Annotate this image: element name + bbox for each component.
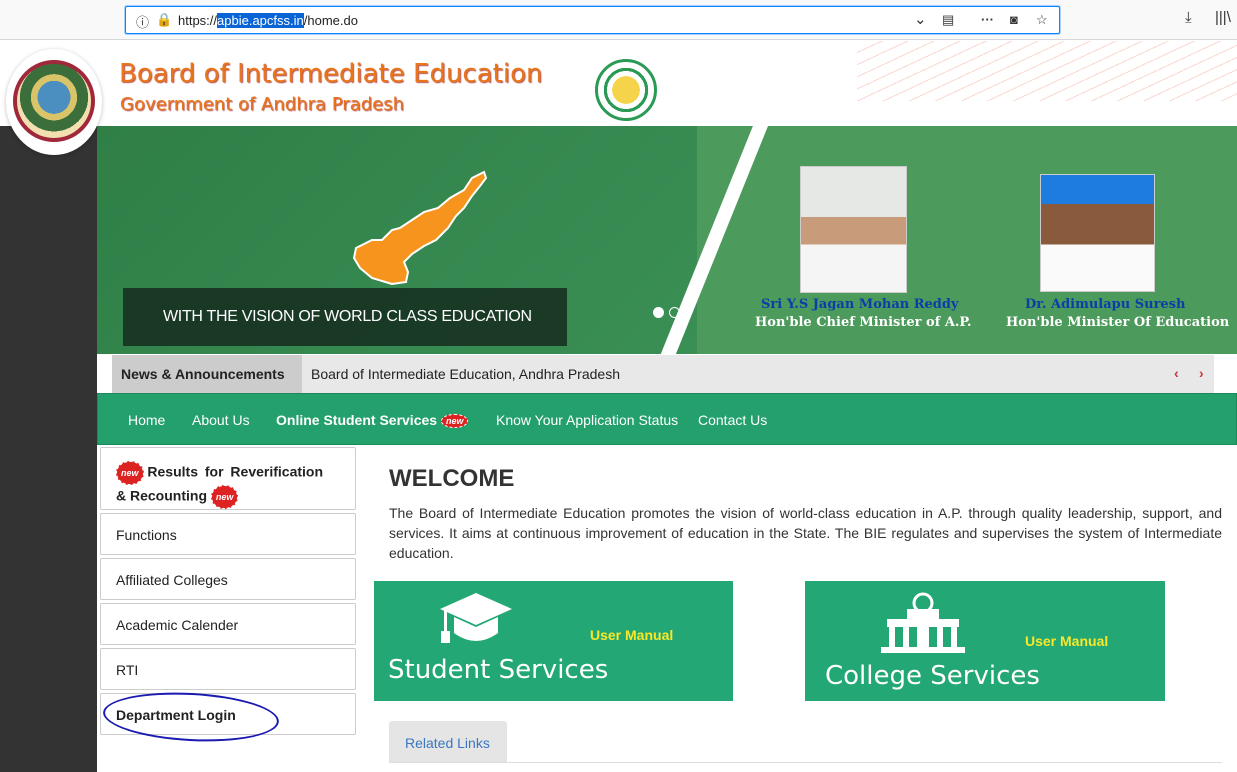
browser-toolbar: ⓘ 🔒 https://apbie.apcfss.in/home.do ⌄ ▤ … [0, 0, 1237, 40]
tab-divider [389, 762, 1222, 763]
site-header: Board of Intermediate Education Governme… [0, 41, 1237, 126]
welcome-text: The Board of Intermediate Education prom… [389, 505, 1222, 561]
person-1-name: Sri Y.S Jagan Mohan Reddy [761, 297, 959, 312]
nav-contact[interactable]: Contact Us [698, 412, 767, 428]
library-icon[interactable]: |||\ [1215, 9, 1231, 26]
ap-emblem-icon [595, 59, 657, 121]
news-label: News & Announcements [112, 355, 302, 393]
sidebar-item-academic-calender[interactable]: Academic Calender [100, 603, 356, 645]
college-services-title: College Services [825, 661, 1040, 691]
slide-dot-2[interactable] [669, 307, 680, 318]
nav-home[interactable]: Home [128, 412, 165, 428]
nav-application-status[interactable]: Know Your Application Status [496, 412, 678, 428]
header-decoration [857, 41, 1237, 101]
main-nav: Home About Us Online Student Services ne… [97, 393, 1237, 445]
person-2-role: Hon'ble Minister Of Education [1006, 315, 1230, 330]
student-user-manual-link[interactable]: User Manual [590, 627, 673, 643]
sidebar-results-label: Results for Reverification [147, 463, 324, 480]
news-next-icon[interactable]: › [1199, 365, 1204, 381]
sidebar-item-label: Functions [116, 527, 177, 543]
news-ticker: News & Announcements Board of Intermedia… [112, 355, 1214, 393]
graduation-cap-icon [440, 593, 512, 643]
nav-online-student-services[interactable]: Online Student Services new [276, 412, 469, 429]
news-text[interactable]: Board of Intermediate Education, Andhra … [311, 366, 620, 382]
pocket-icon[interactable]: ◙ [1010, 12, 1018, 27]
reader-view-icon[interactable]: ▤ [942, 12, 954, 28]
nav-about[interactable]: About Us [192, 412, 250, 428]
sidebar-recounting-label: & Recounting [116, 487, 207, 504]
page: Board of Intermediate Education Governme… [0, 41, 1237, 772]
lock-icon: 🔒 [156, 12, 173, 27]
hero-banner: WITH THE VISION OF WORLD CLASS EDUCATION… [97, 126, 1237, 354]
person-1-role: Hon'ble Chief Minister of A.P. [755, 315, 972, 330]
left-dark-panel [0, 125, 97, 772]
site-title: Board of Intermediate Education [119, 59, 543, 89]
info-icon[interactable]: ⓘ [136, 12, 149, 31]
sidebar-item-rti[interactable]: RTI [100, 648, 356, 690]
new-badge: new [116, 461, 144, 485]
college-user-manual-link[interactable]: User Manual [1025, 633, 1108, 649]
vision-box: WITH THE VISION OF WORLD CLASS EDUCATION [123, 288, 567, 346]
url-bar[interactable]: ⓘ 🔒 https://apbie.apcfss.in/home.do ⌄ ▤ … [125, 6, 1060, 34]
person-2-name: Dr. Adimulapu Suresh [1025, 297, 1186, 312]
star-icon[interactable]: ☆ [1036, 12, 1048, 28]
tab-label: Related Links [405, 735, 490, 751]
education-minister-photo [1040, 174, 1155, 292]
sidebar-item-affiliated-colleges[interactable]: Affiliated Colleges [100, 558, 356, 600]
download-icon[interactable]: ⤓ [1185, 9, 1192, 26]
andhra-map-icon [352, 170, 488, 286]
nav-online-label: Online Student Services [276, 412, 438, 428]
student-services-title: Student Services [388, 655, 609, 685]
url-path: /home.do [303, 13, 358, 28]
slide-dot-1[interactable] [653, 307, 664, 318]
chief-minister-photo [800, 166, 907, 293]
board-logo[interactable] [6, 49, 102, 155]
site-subtitle: Government of Andhra Pradesh [120, 94, 405, 115]
sidebar-item-results[interactable]: new Results for Reverification & Recounti… [100, 447, 356, 510]
sidebar-item-label: RTI [116, 662, 139, 678]
news-prev-icon[interactable]: ‹ [1174, 365, 1179, 381]
new-badge: new [440, 414, 469, 429]
sidebar-item-label: Academic Calender [116, 617, 239, 633]
sidebar-item-label: Affiliated Colleges [116, 572, 228, 588]
vision-text: WITH THE VISION OF WORLD CLASS EDUCATION [163, 308, 532, 325]
url-host: apbie.apcfss.in [217, 13, 304, 28]
college-building-icon [881, 592, 965, 653]
chevron-down-icon[interactable]: ⌄ [914, 10, 927, 28]
sidebar-item-functions[interactable]: Functions [100, 513, 356, 555]
welcome-heading: WELCOME [389, 465, 515, 492]
new-badge: new [210, 485, 239, 509]
url-text[interactable]: https://apbie.apcfss.in/home.do [178, 13, 358, 28]
url-prefix: https:// [178, 13, 218, 28]
tab-related-links[interactable]: Related Links [389, 721, 507, 763]
more-actions-icon[interactable]: ··· [981, 12, 994, 27]
college-services-card[interactable]: College Services User Manual [805, 581, 1165, 701]
student-services-card[interactable]: Student Services User Manual [374, 581, 733, 701]
